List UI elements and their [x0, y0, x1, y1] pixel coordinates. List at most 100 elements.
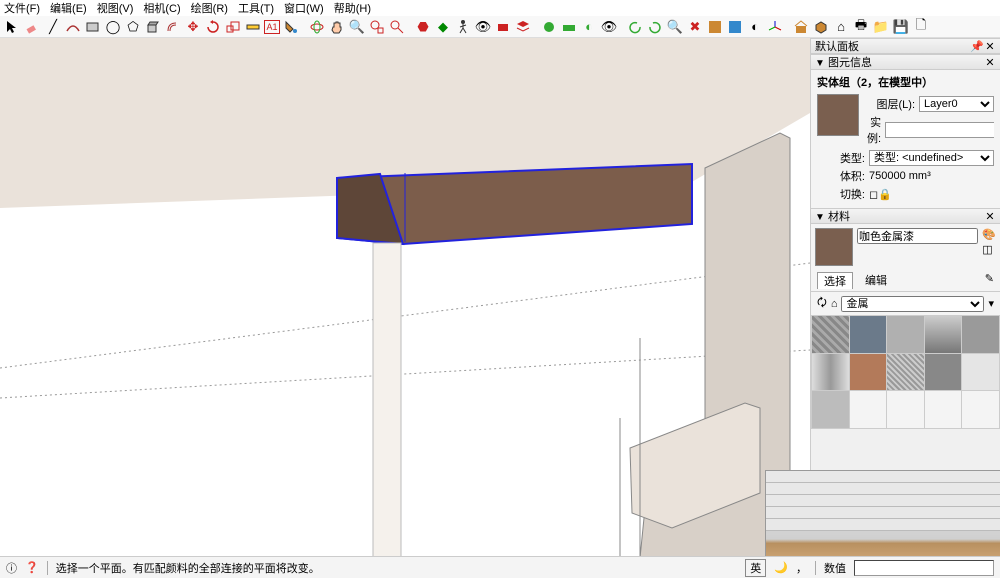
zoom-tool-icon[interactable]: 🔍 — [348, 18, 366, 36]
panel-close-icon[interactable]: ✕ — [984, 40, 996, 53]
layer-select[interactable]: Layer0 — [919, 96, 994, 112]
move-tool-icon[interactable]: ✥ — [184, 18, 202, 36]
orbit-tool-icon[interactable] — [308, 18, 326, 36]
tape-tool-icon[interactable] — [244, 18, 262, 36]
menu-view[interactable]: 视图(V) — [97, 0, 134, 16]
rectangle-tool-icon[interactable] — [84, 18, 102, 36]
type-label: 类型: — [817, 150, 865, 166]
warehouse-icon[interactable] — [792, 18, 810, 36]
material-swatch[interactable] — [925, 316, 962, 353]
material-category-select[interactable]: 金属 — [841, 296, 984, 312]
entity-info-body: 实体组（2，在模型中） 图层(L): Layer0 实例: 类型: 类型: <u… — [811, 70, 1000, 208]
mat-back-icon[interactable]: 🗘 — [817, 294, 827, 313]
entity-info-header[interactable]: ▼ 图元信息 ✕ — [811, 54, 1000, 70]
value-input[interactable] — [854, 560, 994, 576]
material-swatch[interactable] — [925, 354, 962, 391]
arc-tool-icon[interactable] — [64, 18, 82, 36]
default-panel-header[interactable]: 默认面板 📌 ✕ — [811, 38, 1000, 54]
camera-standard-icon[interactable]: ⬣ — [414, 18, 432, 36]
style1-icon[interactable] — [706, 18, 724, 36]
xray-icon[interactable]: ◐ — [580, 18, 598, 36]
undo-view-icon[interactable] — [626, 18, 644, 36]
3d-viewport[interactable] — [0, 38, 810, 558]
shadows-icon[interactable] — [540, 18, 558, 36]
current-material-swatch[interactable] — [815, 228, 853, 266]
material-swatch[interactable] — [887, 354, 924, 391]
menu-camera[interactable]: 相机(C) — [143, 0, 180, 16]
tab-edit[interactable]: 编辑 — [859, 272, 893, 289]
menu-help[interactable]: 帮助(H) — [334, 0, 371, 16]
menu-draw[interactable]: 绘图(R) — [191, 0, 228, 16]
rotate-tool-icon[interactable] — [204, 18, 222, 36]
instance-input[interactable] — [885, 122, 994, 138]
save-icon[interactable]: 💾 — [892, 18, 910, 36]
text-tool-icon[interactable]: A1 — [264, 20, 280, 34]
section-tool-icon[interactable] — [494, 18, 512, 36]
back-edges-icon[interactable]: 👁 — [600, 18, 618, 36]
type-select[interactable]: 类型: <undefined> — [869, 150, 994, 166]
zoom-tool-2-icon[interactable]: 🔍 — [666, 18, 684, 36]
mat-home-icon[interactable]: ⌂ — [831, 298, 838, 310]
menu-edit[interactable]: 编辑(E) — [50, 0, 87, 16]
material-swatch[interactable] — [812, 316, 849, 353]
pushpull-tool-icon[interactable] — [144, 18, 162, 36]
info-icon[interactable]: ⓘ — [6, 560, 17, 576]
materials-header[interactable]: ▼ 材料 ✕ — [811, 208, 1000, 224]
print-icon[interactable]: 🖶 — [852, 18, 870, 36]
component-icon[interactable] — [812, 18, 830, 36]
create-material-icon[interactable]: 🎨 — [982, 228, 996, 241]
mat-menu-icon[interactable]: ▾ — [988, 297, 994, 310]
material-swatch[interactable] — [850, 354, 887, 391]
material-swatch[interactable] — [962, 354, 999, 391]
home-icon[interactable]: ⌂ — [832, 18, 850, 36]
layers-icon[interactable] — [514, 18, 532, 36]
default-material-icon[interactable]: ◫ — [982, 243, 996, 256]
style3-icon[interactable]: ◐ — [746, 18, 764, 36]
style2-icon[interactable] — [726, 18, 744, 36]
scene-thumbnail-strip[interactable] — [765, 470, 1000, 556]
paint-tool-icon[interactable] — [282, 18, 300, 36]
circle-tool-icon[interactable]: ◯ — [104, 18, 122, 36]
menu-window[interactable]: 窗口(W) — [284, 0, 324, 16]
material-swatch[interactable] — [962, 316, 999, 353]
ime-moon-icon[interactable]: 🌙 — [774, 561, 788, 574]
line-tool-icon[interactable]: ╱ — [44, 18, 62, 36]
zoom-extents-icon[interactable] — [388, 18, 406, 36]
material-swatch[interactable] — [850, 316, 887, 353]
instance-label: 实例: — [867, 114, 881, 146]
eraser-tool-icon[interactable] — [24, 18, 42, 36]
entity-info-close-icon[interactable]: ✕ — [984, 56, 996, 69]
scale-tool-icon[interactable] — [224, 18, 242, 36]
ime-comma-icon[interactable]: ， — [796, 560, 807, 576]
menu-bar: 文件(F) 编辑(E) 视图(V) 相机(C) 绘图(R) 工具(T) 窗口(W… — [0, 0, 1000, 16]
camera-iso-icon[interactable]: ◆ — [434, 18, 452, 36]
eyedropper-icon[interactable]: ✎ — [985, 272, 994, 289]
position-camera-icon[interactable]: ✖ — [686, 18, 704, 36]
help-icon[interactable]: ❓ — [25, 561, 39, 574]
offset-tool-icon[interactable] — [164, 18, 182, 36]
material-name-input[interactable] — [857, 228, 978, 244]
new-icon[interactable]: 🗋 — [912, 18, 930, 36]
walk-tool-icon[interactable] — [454, 18, 472, 36]
toggle-hidden-icon[interactable]: ◻ — [869, 188, 878, 201]
axes-icon[interactable] — [766, 18, 784, 36]
entity-material-swatch[interactable] — [817, 94, 859, 136]
redo-view-icon[interactable] — [646, 18, 664, 36]
material-swatch[interactable] — [887, 316, 924, 353]
ime-language[interactable]: 英 — [745, 559, 766, 577]
open-icon[interactable]: 📁 — [872, 18, 890, 36]
fog-icon[interactable] — [560, 18, 578, 36]
toggle-lock-icon[interactable]: 🔒 — [878, 188, 892, 201]
materials-close-icon[interactable]: ✕ — [984, 210, 996, 223]
pan-tool-icon[interactable] — [328, 18, 346, 36]
zoom-window-icon[interactable] — [368, 18, 386, 36]
tab-select[interactable]: 选择 — [817, 272, 853, 289]
material-swatch[interactable] — [812, 391, 849, 428]
select-tool-icon[interactable] — [4, 18, 22, 36]
material-swatch[interactable] — [812, 354, 849, 391]
panel-pin-icon[interactable]: 📌 — [970, 40, 982, 53]
polygon-tool-icon[interactable]: ⬠ — [124, 18, 142, 36]
menu-file[interactable]: 文件(F) — [4, 0, 40, 16]
menu-tools[interactable]: 工具(T) — [238, 0, 274, 16]
look-tool-icon[interactable]: 👁 — [474, 18, 492, 36]
